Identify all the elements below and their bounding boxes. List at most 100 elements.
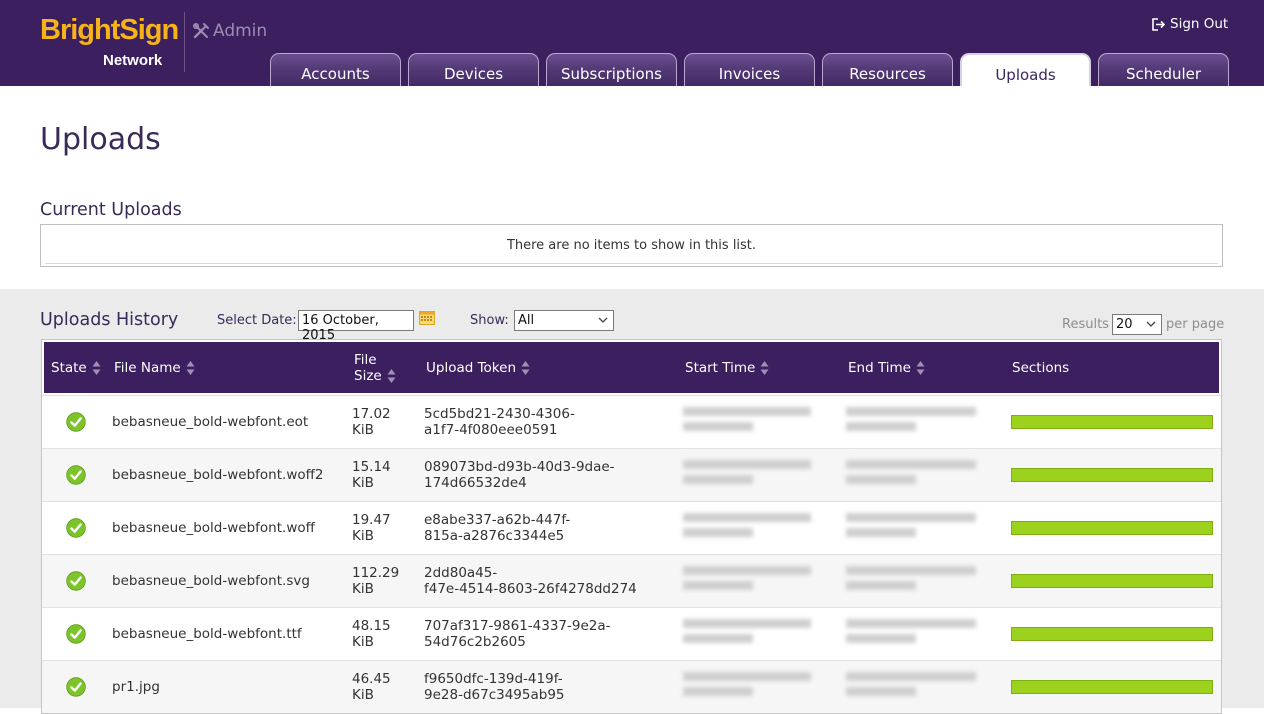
file-size: 17.02 KiB xyxy=(352,406,391,438)
table-row[interactable]: bebasneue_bold-webfont.svg 112.29 KiB 2d… xyxy=(42,554,1221,607)
file-size: 48.15 KiB xyxy=(352,618,391,650)
chevron-down-icon xyxy=(1146,321,1156,327)
end-time-redacted xyxy=(846,407,978,437)
column-sections-label: Sections xyxy=(1012,360,1070,376)
end-time-redacted xyxy=(846,566,978,596)
sections-progress-bar xyxy=(1011,574,1213,588)
sort-icon xyxy=(92,361,101,375)
admin-label: Admin xyxy=(192,21,267,41)
end-time-redacted xyxy=(846,460,978,490)
column-file-name-label: File Name xyxy=(114,360,181,376)
brightsign-logo[interactable]: BrightSign Network xyxy=(40,12,180,72)
start-time-redacted xyxy=(683,460,815,490)
column-end-time-label: End Time xyxy=(848,360,911,376)
app-header: BrightSign Network Admin Sign Out Accoun… xyxy=(0,0,1264,86)
start-time-redacted xyxy=(683,513,815,543)
check-circle-icon xyxy=(66,571,86,591)
current-uploads-title: Current Uploads xyxy=(40,200,182,220)
tab-subscriptions[interactable]: Subscriptions xyxy=(546,53,677,86)
logo-network-text: Network xyxy=(103,52,163,69)
column-sections: Sections xyxy=(1012,360,1069,376)
check-circle-icon xyxy=(66,412,86,432)
results-per-page-select[interactable]: 20 xyxy=(1112,314,1162,335)
sort-icon xyxy=(186,361,195,375)
sections-progress-bar xyxy=(1011,521,1213,535)
sign-out-label: Sign Out xyxy=(1170,16,1229,32)
sign-out-link[interactable]: Sign Out xyxy=(1150,16,1228,32)
end-time-redacted xyxy=(846,672,978,702)
column-start-time-label: Start Time xyxy=(685,360,756,376)
column-upload-token-label: Upload Token xyxy=(426,360,517,376)
upload-token: f9650dfc-139d-419f- 9e28-d67c3495ab95 xyxy=(424,671,565,703)
end-time-redacted xyxy=(846,513,978,543)
table-row[interactable]: pr1.jpg 46.45 KiB f9650dfc-139d-419f- 9e… xyxy=(42,660,1221,713)
select-date-label: Select Date: xyxy=(217,313,297,328)
file-name: pr1.jpg xyxy=(112,679,160,695)
file-name: bebasneue_bold-webfont.ttf xyxy=(112,626,302,642)
show-filter-value: All xyxy=(518,313,535,328)
table-row[interactable]: bebasneue_bold-webfont.eot 17.02 KiB 5cd… xyxy=(42,395,1221,448)
column-state[interactable]: State xyxy=(51,360,101,376)
tab-accounts[interactable]: Accounts xyxy=(270,53,401,86)
sort-icon xyxy=(387,369,396,383)
logo-divider xyxy=(184,12,185,72)
sections-progress-bar xyxy=(1011,680,1213,694)
sections-progress-bar xyxy=(1011,627,1213,641)
start-time-redacted xyxy=(683,407,815,437)
check-circle-icon xyxy=(66,624,86,644)
page-title: Uploads xyxy=(40,122,161,157)
file-size: 46.45 KiB xyxy=(352,671,391,703)
results-label: Results xyxy=(1062,317,1109,332)
sort-icon xyxy=(521,361,530,375)
check-circle-icon xyxy=(66,465,86,485)
table-row[interactable]: bebasneue_bold-webfont.woff 19.47 KiB e8… xyxy=(42,501,1221,554)
column-upload-token[interactable]: Upload Token xyxy=(426,360,530,376)
start-time-redacted xyxy=(683,672,815,702)
file-name: bebasneue_bold-webfont.eot xyxy=(112,414,309,430)
empty-list-message: There are no items to show in this list. xyxy=(506,238,757,253)
column-file-size[interactable]: File Size xyxy=(354,352,396,384)
start-time-redacted xyxy=(683,566,815,596)
main-nav-tabs: Accounts Devices Subscriptions Invoices … xyxy=(270,53,1229,86)
file-name: bebasneue_bold-webfont.woff2 xyxy=(112,467,324,483)
sign-out-icon xyxy=(1152,17,1165,31)
column-state-label: State xyxy=(51,360,87,376)
calendar-icon[interactable] xyxy=(419,310,435,325)
date-field[interactable]: 16 October, 2015 xyxy=(298,310,414,343)
file-name: bebasneue_bold-webfont.woff xyxy=(112,520,315,536)
table-row[interactable]: bebasneue_bold-webfont.woff2 15.14 KiB 0… xyxy=(42,448,1221,501)
uploads-history-table: State File Name File Size Upload Token S… xyxy=(41,339,1222,714)
upload-token: 2dd80a45- f47e-4514-8603-26f4278dd274 xyxy=(424,565,637,597)
sections-progress-bar xyxy=(1011,468,1213,482)
uploads-history-title: Uploads History xyxy=(40,310,179,330)
start-time-redacted xyxy=(683,619,815,649)
chevron-down-icon xyxy=(598,317,608,323)
current-uploads-list: There are no items to show in this list. xyxy=(40,224,1223,267)
show-filter-label: Show: xyxy=(470,313,509,328)
file-size: 19.47 KiB xyxy=(352,512,391,544)
column-file-size-label: File Size xyxy=(354,352,382,384)
upload-token: 089073bd-d93b-40d3-9dae- 174d66532de4 xyxy=(424,459,615,491)
file-size: 112.29 KiB xyxy=(352,565,400,597)
tab-resources[interactable]: Resources xyxy=(822,53,953,86)
column-start-time[interactable]: Start Time xyxy=(685,360,769,376)
column-file-name[interactable]: File Name xyxy=(114,360,195,376)
tab-devices[interactable]: Devices xyxy=(408,53,539,86)
column-end-time[interactable]: End Time xyxy=(848,360,925,376)
show-filter-select[interactable]: All xyxy=(514,310,614,331)
file-size: 15.14 KiB xyxy=(352,459,391,491)
tab-uploads[interactable]: Uploads xyxy=(960,53,1091,86)
file-name: bebasneue_bold-webfont.svg xyxy=(112,573,310,589)
tab-scheduler[interactable]: Scheduler xyxy=(1098,53,1229,86)
tab-invoices[interactable]: Invoices xyxy=(684,53,815,86)
sections-progress-bar xyxy=(1011,415,1213,429)
upload-token: 707af317-9861-4337-9e2a- 54d76c2b2605 xyxy=(424,618,611,650)
tools-icon xyxy=(192,22,209,39)
upload-token: 5cd5bd21-2430-4306- a1f7-4f080eee0591 xyxy=(424,406,575,438)
check-circle-icon xyxy=(66,518,86,538)
per-page-label: per page xyxy=(1166,317,1225,332)
sort-icon xyxy=(916,361,925,375)
sort-icon xyxy=(760,361,769,375)
admin-text: Admin xyxy=(213,21,268,41)
table-row[interactable]: bebasneue_bold-webfont.ttf 48.15 KiB 707… xyxy=(42,607,1221,660)
